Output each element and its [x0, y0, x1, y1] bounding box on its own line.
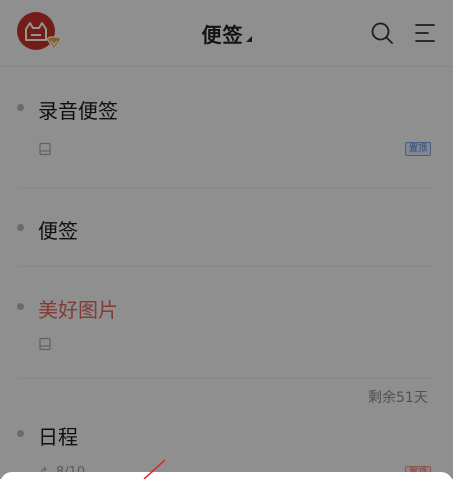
annotation-arrow-icon [143, 459, 166, 479]
